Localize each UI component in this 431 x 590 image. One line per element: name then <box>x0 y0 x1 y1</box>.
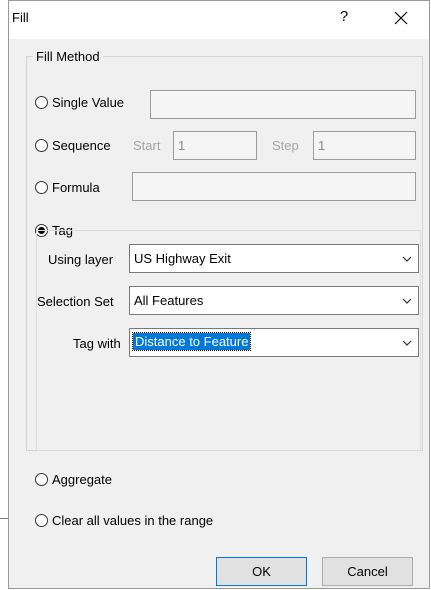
dialog-title: Fill <box>12 10 29 25</box>
formula-radio[interactable] <box>35 181 48 194</box>
background-mark <box>0 518 8 519</box>
formula-label: Formula <box>52 180 100 195</box>
sequence-option[interactable]: Sequence <box>35 138 111 153</box>
clear-values-label: Clear all values in the range <box>52 513 214 528</box>
using-layer-label: Using layer <box>48 252 114 267</box>
using-layer-dropdown[interactable]: US Highway Exit <box>129 244 419 273</box>
chevron-down-icon <box>402 298 412 304</box>
single-value-option[interactable]: Single Value <box>35 95 124 110</box>
ok-button[interactable]: OK <box>216 557 307 586</box>
selection-set-label: Selection Set <box>37 294 114 309</box>
formula-input[interactable] <box>132 172 416 201</box>
selection-set-value: All Features <box>134 293 204 308</box>
aggregate-radio[interactable] <box>35 473 48 486</box>
fill-dialog: Fill ? Fill Method Single Value Sequence… <box>8 0 430 589</box>
using-layer-value: US Highway Exit <box>134 251 231 266</box>
sequence-start-input[interactable]: 1 <box>173 131 257 160</box>
selection-set-dropdown[interactable]: All Features <box>129 286 419 315</box>
tag-with-label: Tag with <box>73 336 121 351</box>
sequence-radio[interactable] <box>35 139 48 152</box>
clear-values-radio[interactable] <box>35 514 48 527</box>
single-value-input[interactable] <box>150 90 416 119</box>
sequence-step-input[interactable]: 1 <box>313 131 416 160</box>
fill-method-label: Fill Method <box>33 49 103 64</box>
sequence-label: Sequence <box>52 138 111 153</box>
close-icon[interactable] <box>389 7 413 29</box>
title-bar: Fill ? <box>9 1 429 39</box>
aggregate-option[interactable]: Aggregate <box>35 472 112 487</box>
clear-values-option[interactable]: Clear all values in the range <box>35 513 213 528</box>
tag-with-dropdown[interactable]: Distance to Feature <box>129 328 419 357</box>
formula-option[interactable]: Formula <box>35 180 100 195</box>
sequence-step-label: Step <box>272 138 299 153</box>
help-button[interactable]: ? <box>334 8 354 25</box>
single-value-radio[interactable] <box>35 96 48 109</box>
aggregate-label: Aggregate <box>52 472 112 487</box>
sequence-start-label: Start <box>133 138 161 153</box>
chevron-down-icon <box>402 256 412 262</box>
single-value-label: Single Value <box>52 95 125 110</box>
chevron-down-icon <box>402 340 412 346</box>
cancel-button[interactable]: Cancel <box>322 557 413 586</box>
tag-with-value: Distance to Feature <box>131 332 252 351</box>
